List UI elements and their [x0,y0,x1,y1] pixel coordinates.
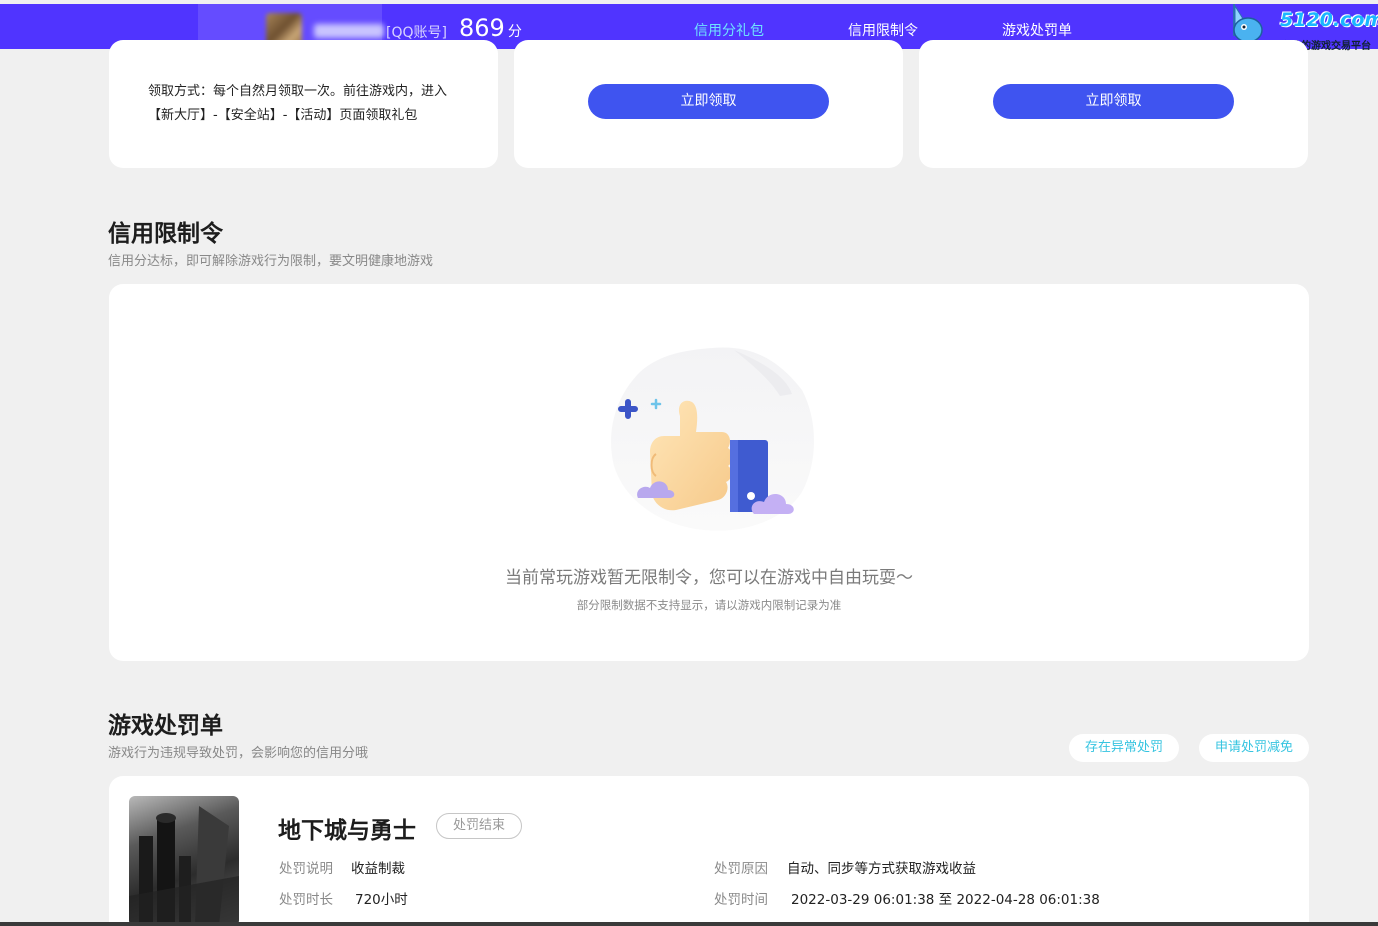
tab-game-penalty[interactable]: 游戏处罚单 [1002,20,1072,40]
tab-credit-restriction[interactable]: 信用限制令 [848,20,918,40]
logo-text: 5120.com [1280,9,1378,31]
account-type-label: [QQ账号] [386,25,447,41]
claim-button-3[interactable]: 立即领取 [993,84,1234,119]
restriction-empty-message: 当前常玩游戏暂无限制令，您可以在游戏中自由玩耍～ [505,568,913,588]
restriction-empty-note: 部分限制数据不支持显示，请以游戏内限制记录为准 [576,598,842,612]
game-name: 地下城与勇士 [278,818,416,844]
gift-claim-method: 领取方式：每个自然月领取一次。前往游戏内，进入【新大厅】-【安全站】-【活动】页… [148,84,448,123]
thumbs-up-illustration-icon [611,347,814,531]
penalty-reason-value: 自动、同步等方式获取游戏收益 [787,861,976,877]
credit-score-value: 869 [459,14,505,42]
penalty-time-value: 2022-03-29 06:01:38 至 2022-04-28 06:01:3… [791,892,1100,908]
restriction-section-title: 信用限制令 [108,221,223,247]
game-cover-image [129,796,239,926]
penalty-desc-value: 收益制裁 [351,861,405,877]
credit-score: 869 分 [459,14,522,42]
penalty-time-label: 处罚时间 [714,892,768,908]
game-cover-art [129,806,239,926]
restriction-section-subtitle: 信用分达标，即可解除游戏行为限制，要文明健康地游戏 [108,254,434,269]
penalty-duration-label: 处罚时长 [279,892,333,908]
penalty-section-title: 游戏处罚单 [108,713,223,739]
abnormal-penalty-button[interactable]: 存在异常处罚 [1069,734,1179,762]
penalty-duration-value: 720小时 [355,892,408,908]
penalty-desc-label: 处罚说明 [279,861,333,877]
tab-credit-gift[interactable]: 信用分礼包 [694,20,764,40]
window-bottom-edge [0,922,1378,926]
apply-penalty-reduction-button[interactable]: 申请处罚减免 [1199,734,1309,762]
nickname-blurred [314,24,384,38]
penalty-status-badge: 处罚结束 [436,813,522,839]
penalty-section-subtitle: 游戏行为违规导致处罚，会影响您的信用分哦 [108,746,369,761]
claim-button-2[interactable]: 立即领取 [588,84,829,119]
credit-score-unit: 分 [507,24,522,40]
penalty-reason-label: 处罚原因 [714,861,768,877]
